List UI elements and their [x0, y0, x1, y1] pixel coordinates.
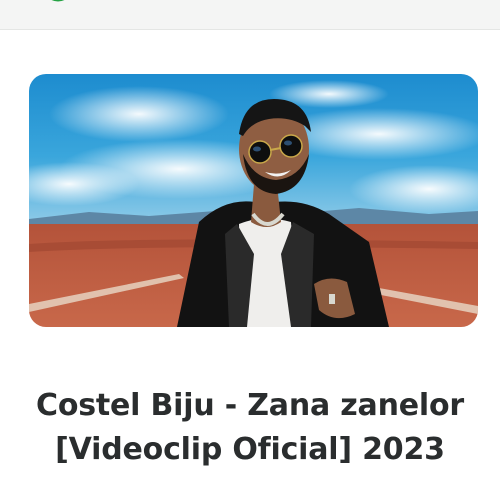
video-thumbnail[interactable] — [29, 74, 478, 327]
whatsapp-icon[interactable] — [38, 0, 78, 6]
video-title-line2: [Videoclip Oficial] 2023 — [55, 432, 445, 467]
thumbnail-image — [29, 74, 478, 327]
top-bar — [0, 0, 500, 30]
video-title-line1: Costel Biju - Zana zanelor — [36, 388, 464, 423]
video-title: Costel Biju - Zana zanelor [Videoclip Of… — [10, 384, 490, 472]
